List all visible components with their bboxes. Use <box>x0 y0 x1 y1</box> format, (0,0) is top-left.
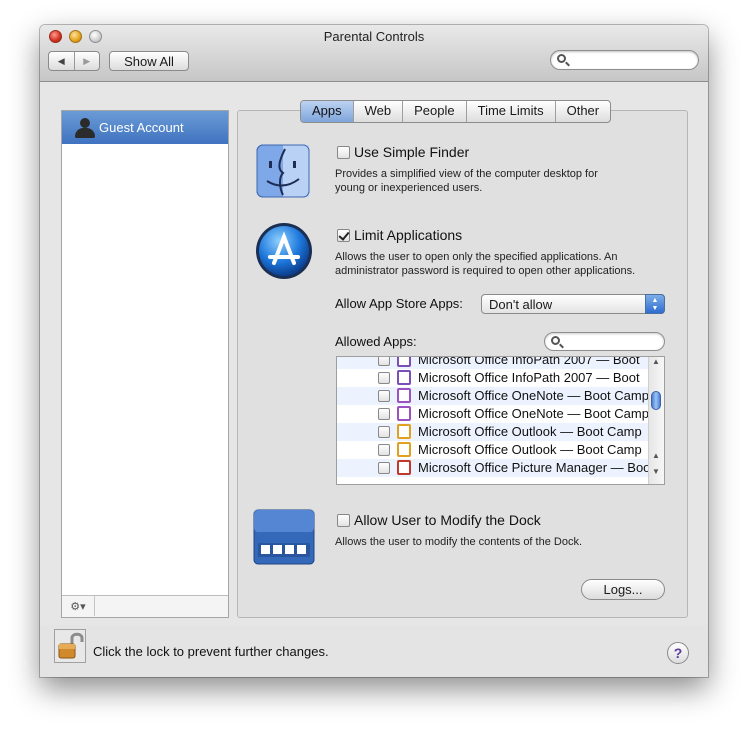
tab-people[interactable]: People <box>402 101 465 122</box>
list-item[interactable]: Microsoft Office OneNote — Boot Camp <box>337 405 649 423</box>
app-checkbox[interactable] <box>378 390 390 402</box>
tab-time-limits[interactable]: Time Limits <box>465 101 555 122</box>
account-list: Guest Account ⚙▾ <box>61 110 229 618</box>
limit-applications-checkbox[interactable] <box>337 229 350 242</box>
show-all-button[interactable]: Show All <box>109 51 189 71</box>
finder-icon <box>256 144 310 198</box>
popup-selected-value: Don't allow <box>489 297 553 312</box>
app-checkbox[interactable] <box>378 408 390 420</box>
app-icon <box>397 424 411 439</box>
app-icon <box>397 370 411 385</box>
limit-applications-description: Allows the user to open only the specifi… <box>335 250 635 278</box>
sidebar-item-guest-account[interactable]: Guest Account <box>62 111 228 144</box>
app-icon <box>397 388 411 403</box>
app-store-apps-label: Allow App Store Apps: <box>335 296 463 311</box>
preferences-search-field[interactable] <box>550 50 699 70</box>
gear-menu-button[interactable]: ⚙▾ <box>62 596 95 616</box>
allowed-apps-label: Allowed Apps: <box>335 334 417 349</box>
description-line: Allows the user to open only the specifi… <box>335 251 618 263</box>
search-icon <box>551 336 560 345</box>
search-icon <box>557 54 566 63</box>
list-item[interactable]: Microsoft Office Picture Manager — Boo <box>337 459 651 477</box>
app-name: Microsoft Office OneNote — Boot Camp <box>418 406 649 421</box>
app-checkbox[interactable] <box>378 426 390 438</box>
list-item[interactable]: Microsoft Office OneNote — Boot Camp <box>337 387 649 405</box>
simple-finder-checkbox[interactable] <box>337 146 350 159</box>
lock-open-icon[interactable] <box>54 629 86 663</box>
gear-icon: ⚙▾ <box>70 600 86 613</box>
user-icon <box>74 118 96 138</box>
app-icon <box>397 442 411 457</box>
limit-applications-label: Limit Applications <box>354 227 463 243</box>
simple-finder-label: Use Simple Finder <box>354 144 470 160</box>
popup-arrows-icon: ▲ ▼ <box>645 294 665 314</box>
list-scrollbar[interactable]: ▲ ▲ ▼ <box>648 357 664 484</box>
app-name: Microsoft Office OneNote — Boot Camp <box>418 388 649 403</box>
app-checkbox[interactable] <box>378 462 390 474</box>
app-checkbox[interactable] <box>378 444 390 456</box>
tab-bar: Apps Web People Time Limits Other <box>300 100 612 123</box>
back-forward-control: ◀ ▶ <box>48 51 100 71</box>
description-line: Provides a simplified view of the comput… <box>335 168 598 180</box>
list-item[interactable]: Microsoft Office InfoPath 2007 — Boot <box>337 356 649 369</box>
app-icon <box>397 460 411 475</box>
tab-web[interactable]: Web <box>352 101 403 122</box>
app-checkbox[interactable] <box>378 372 390 384</box>
dock-icon <box>253 509 315 565</box>
modify-dock-checkbox[interactable] <box>337 514 350 527</box>
scroll-down-icon[interactable]: ▼ <box>649 467 663 476</box>
help-button[interactable]: ? <box>667 642 689 664</box>
description-line: administrator password is required to op… <box>335 265 636 277</box>
simple-finder-description: Provides a simplified view of the comput… <box>335 167 598 195</box>
sidebar-action-bar: ⚙▾ <box>62 595 228 617</box>
tab-other[interactable]: Other <box>554 101 611 122</box>
parental-controls-window: Parental Controls ◀ ▶ Show All Guest Acc… <box>40 25 708 677</box>
app-store-icon <box>256 223 312 279</box>
modify-dock-label: Allow User to Modify the Dock <box>354 512 541 528</box>
allowed-apps-list[interactable]: Microsoft Office Picture Manager — Boo Mi… <box>336 356 665 485</box>
logs-button[interactable]: Logs... <box>581 579 665 600</box>
tab-apps[interactable]: Apps <box>301 101 353 122</box>
app-icon <box>397 406 411 421</box>
app-name: Microsoft Office Outlook — Boot Camp <box>418 442 642 457</box>
app-name: Microsoft Office InfoPath 2007 — Boot <box>418 370 640 385</box>
forward-button[interactable]: ▶ <box>75 52 100 70</box>
allowed-apps-search-field[interactable] <box>544 332 665 351</box>
lock-message: Click the lock to prevent further change… <box>93 644 329 659</box>
back-button[interactable]: ◀ <box>49 52 75 70</box>
app-name: Microsoft Office InfoPath 2007 — Boot <box>418 356 640 367</box>
list-item[interactable]: Microsoft Office InfoPath 2007 — Boot <box>337 369 649 387</box>
app-icon <box>397 357 411 367</box>
app-name: Microsoft Office Picture Manager — Boo <box>418 460 651 475</box>
app-name: Microsoft Office Outlook — Boot Camp <box>418 424 642 439</box>
list-item[interactable]: Microsoft Office Outlook — Boot Camp <box>337 423 649 441</box>
sidebar-item-label: Guest Account <box>99 120 184 135</box>
scroll-up-icon[interactable]: ▲ <box>649 451 663 460</box>
title-bar: Parental Controls ◀ ▶ Show All <box>40 25 708 82</box>
window-title: Parental Controls <box>323 29 425 44</box>
app-store-apps-popup[interactable]: Don't allow ▲ ▼ <box>481 294 665 314</box>
scroll-up-icon[interactable]: ▲ <box>649 357 663 366</box>
list-item[interactable]: Microsoft Office Outlook — Boot Camp <box>337 441 649 459</box>
scroll-thumb[interactable] <box>651 391 661 410</box>
description-line: young or inexperienced users. <box>335 182 483 194</box>
modify-dock-description: Allows the user to modify the contents o… <box>335 536 583 548</box>
app-checkbox[interactable] <box>378 357 390 366</box>
